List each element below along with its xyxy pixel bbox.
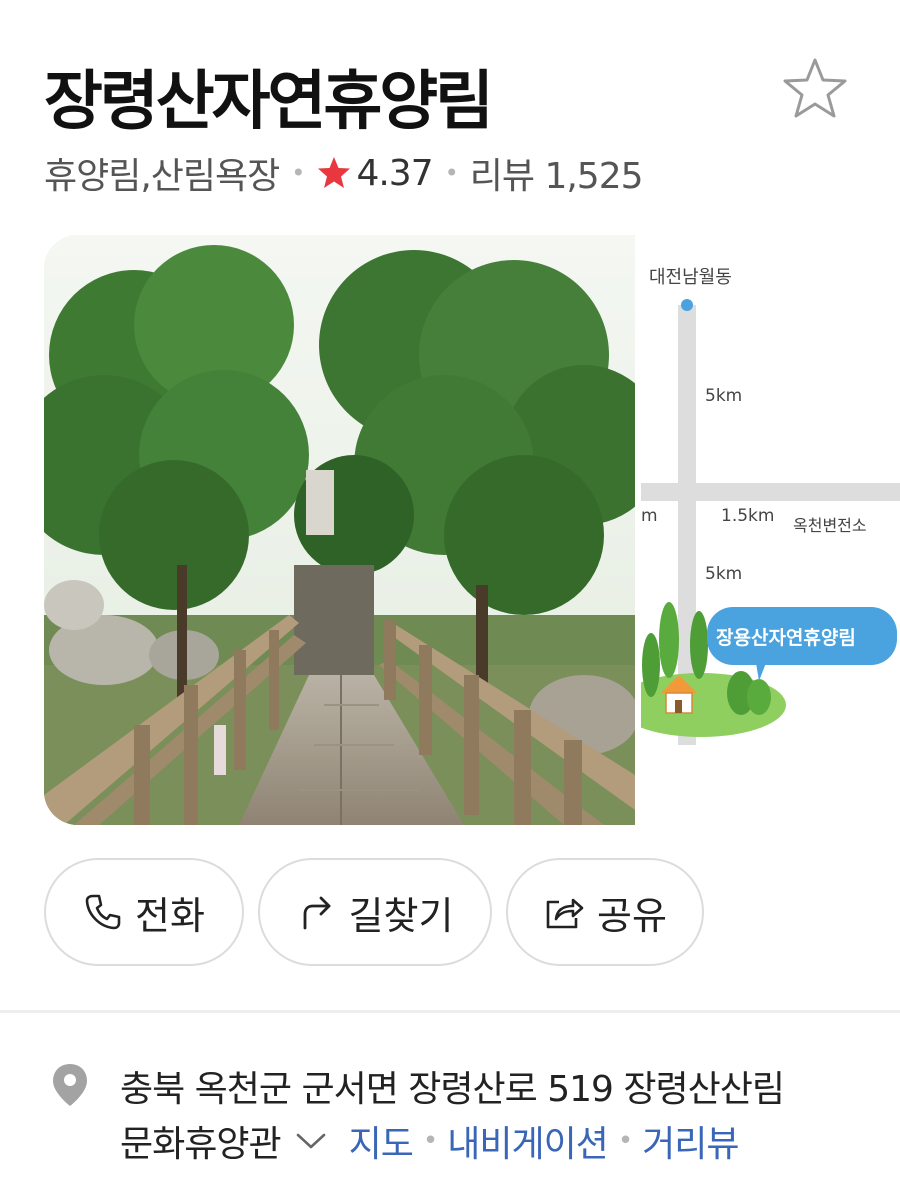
place-category: 휴양림,산림욕장 <box>44 156 280 197</box>
address-line-2: 문화휴양관 지도 • 내비게이션 • 거리뷰 <box>120 1115 740 1167</box>
separator-dot: • <box>617 1126 633 1156</box>
separator-dot: • <box>291 159 305 187</box>
rating-value: 4.37 <box>356 152 433 194</box>
map-left-fragment: m <box>641 506 658 526</box>
section-divider <box>0 1010 900 1013</box>
address-line-1: 충북 옥천군 군서면 장령산로 519 장령산산림 <box>120 1069 785 1110</box>
map-link[interactable]: 지도 <box>349 1115 414 1167</box>
address-line-2-text: 문화휴양관 <box>120 1124 282 1165</box>
map-distance-lower: 5km <box>705 564 742 584</box>
separator-dot: • <box>422 1126 438 1156</box>
call-button-label: 전화 <box>135 893 205 938</box>
share-icon <box>543 892 585 932</box>
turn-arrow-icon <box>297 892 337 932</box>
place-title: 장령산자연휴양림 <box>44 65 494 139</box>
location-pin-icon <box>50 1062 90 1112</box>
forest-bridge-photo <box>44 235 635 825</box>
map-distance-mid: 1.5km <box>721 506 774 526</box>
star-filled-icon <box>316 156 352 190</box>
share-button-label: 공유 <box>597 893 667 938</box>
route-map-graphic: 대전남월동 5km m 1.5km 옥천변전소 5km 장용산자연휴양림 <box>641 235 900 825</box>
map-distance-upper: 5km <box>705 386 742 406</box>
directions-button[interactable]: 길찾기 <box>258 858 492 966</box>
share-button[interactable]: 공유 <box>506 858 704 966</box>
call-button[interactable]: 전화 <box>44 858 244 966</box>
directions-button-label: 길찾기 <box>348 893 454 938</box>
navigation-link[interactable]: 내비게이션 <box>447 1115 609 1167</box>
star-outline-icon <box>783 58 847 118</box>
place-meta: 휴양림,산림욕장 • 4.37 • 리뷰 1,525 <box>44 147 644 199</box>
place-detail-page: 장령산자연휴양림 휴양림,산림욕장 • 4.37 • 리뷰 1,525 대전남월… <box>0 0 900 1193</box>
favorite-button[interactable] <box>780 55 850 121</box>
street-view-link[interactable]: 거리뷰 <box>642 1115 739 1167</box>
map-label-top: 대전남월동 <box>649 267 732 288</box>
chevron-down-icon[interactable] <box>295 1131 327 1151</box>
map-thumbnail[interactable]: 대전남월동 5km m 1.5km 옥천변전소 5km 장용산자연휴양림 <box>641 235 900 825</box>
main-photo[interactable] <box>44 235 635 825</box>
review-count-link[interactable]: 리뷰 1,525 <box>470 147 644 199</box>
separator-dot: • <box>444 159 459 187</box>
phone-icon <box>83 892 123 932</box>
map-label-right: 옥천변전소 <box>793 516 867 535</box>
map-destination-label: 장용산자연휴양림 <box>716 627 856 649</box>
